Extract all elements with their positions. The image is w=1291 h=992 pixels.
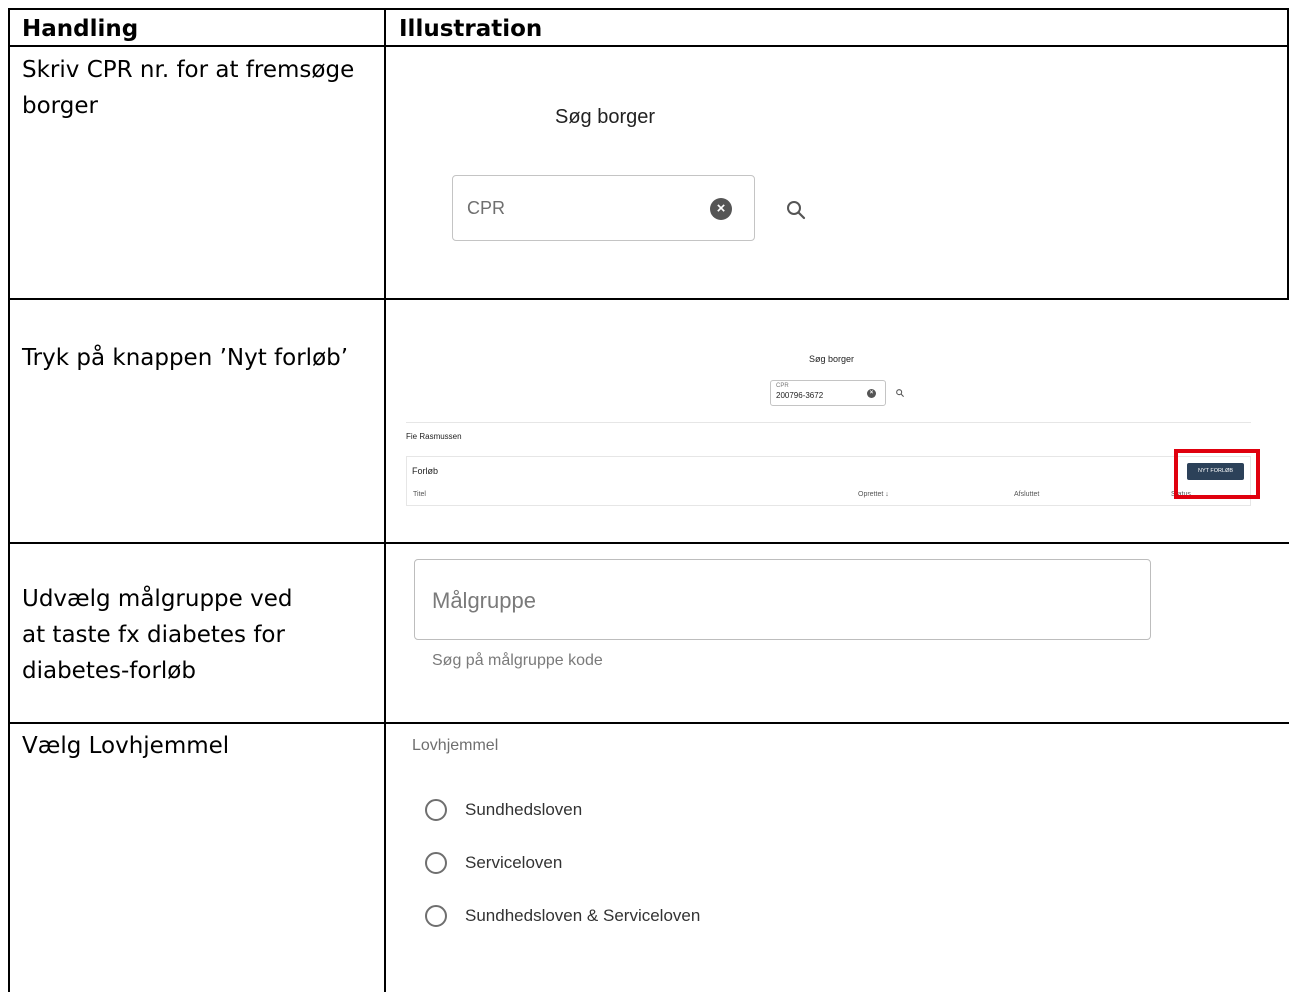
cpr-search-field[interactable]: CPR × <box>452 175 755 241</box>
highlight-box <box>1174 449 1260 499</box>
course-card <box>406 456 1251 506</box>
radio-label[interactable]: Sundhedsloven & Serviceloven <box>465 906 700 926</box>
search-citizen-title-small: Søg borger <box>809 354 855 364</box>
citizen-name: Fie Rasmussen <box>406 432 462 441</box>
clear-icon[interactable]: × <box>867 389 876 398</box>
row2-divider <box>8 542 1289 544</box>
clear-icon[interactable]: × <box>710 198 732 220</box>
course-card-title: Forløb <box>412 466 439 476</box>
target-group-field[interactable]: Målgruppe <box>414 559 1151 640</box>
radio-button[interactable] <box>425 852 447 874</box>
target-group-placeholder: Målgruppe <box>432 588 536 613</box>
row4-action: Vælg Lovhjemmel <box>22 733 230 759</box>
cpr-placeholder: CPR <box>467 198 506 218</box>
table-border-left <box>8 8 10 992</box>
column-header-titel[interactable]: Titel <box>413 491 426 498</box>
cpr-label-small: CPR <box>776 383 789 389</box>
instruction-document: Handling Illustration Skriv CPR nr. for … <box>0 0 1291 992</box>
cpr-field-small[interactable]: CPR 200796-3672 × <box>770 380 886 406</box>
section-divider <box>406 422 1251 423</box>
legal-basis-legend: Lovhjemmel <box>412 737 499 754</box>
row3-action: Udvælg målgruppe ved at taste fx diabete… <box>22 586 293 684</box>
row1-divider <box>8 298 1289 300</box>
radio-label[interactable]: Serviceloven <box>465 853 562 873</box>
search-icon[interactable] <box>895 388 905 398</box>
column-header-afsluttet[interactable]: Afsluttet <box>1014 491 1039 498</box>
target-group-helper-text: Søg på målgruppe kode <box>432 652 603 669</box>
header-illustration: Illustration <box>399 16 543 42</box>
radio-button[interactable] <box>425 905 447 927</box>
search-citizen-title: Søg borger <box>555 106 656 128</box>
search-icon[interactable] <box>784 198 808 222</box>
table-border-right <box>1287 8 1289 298</box>
column-divider <box>384 8 386 992</box>
row2-action: Tryk på knappen ’Nyt forløb’ <box>22 345 349 371</box>
table-header-divider <box>8 45 1289 47</box>
table-border-top <box>8 8 1289 10</box>
column-header-oprettet[interactable]: Oprettet ↓ <box>858 491 889 498</box>
row3-divider <box>8 722 1289 724</box>
radio-button[interactable] <box>425 799 447 821</box>
cpr-value-small: 200796-3672 <box>776 391 824 400</box>
row1-action: Skriv CPR nr. for at fremsøge borger <box>22 57 355 119</box>
radio-label[interactable]: Sundhedsloven <box>465 800 582 820</box>
header-handling: Handling <box>22 16 139 42</box>
